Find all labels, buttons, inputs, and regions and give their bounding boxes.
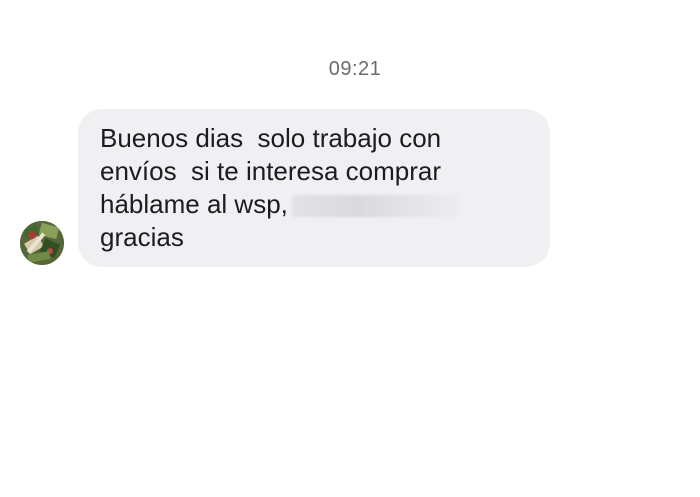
chat-screen: 09:21 Buenos dias solo trabajo con envío… (0, 0, 700, 497)
incoming-message-row: Buenos dias solo trabajo con envíos si t… (20, 109, 560, 267)
message-timestamp: 09:21 (328, 58, 382, 80)
redacted-phone-number (291, 195, 460, 218)
message-line-text: háblame al wsp, (100, 189, 288, 219)
message-line-with-redaction: háblame al wsp, (100, 188, 528, 221)
contact-avatar-icon[interactable] (20, 221, 64, 265)
message-line: gracias (100, 222, 184, 252)
message-line: Buenos dias solo trabajo con (100, 123, 442, 153)
message-line: envíos si te interesa comprar (100, 156, 442, 186)
message-bubble[interactable]: Buenos dias solo trabajo con envíos si t… (78, 109, 550, 267)
